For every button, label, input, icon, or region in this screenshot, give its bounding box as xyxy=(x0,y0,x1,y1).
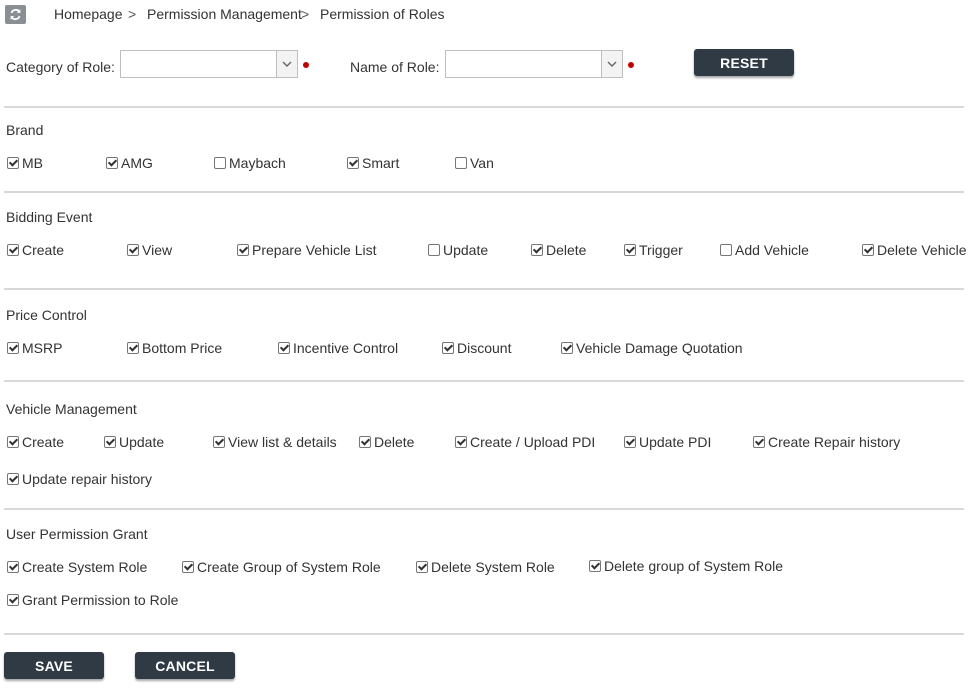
option-delete[interactable]: Delete xyxy=(359,434,414,450)
option-delete-vehicle[interactable]: Delete Vehicle xyxy=(862,242,967,258)
option-prepare-vehicle-list[interactable]: Prepare Vehicle List xyxy=(237,242,377,258)
breadcrumb-separator: > xyxy=(128,6,137,22)
option-vehicle-damage-quotation[interactable]: Vehicle Damage Quotation xyxy=(561,340,743,356)
checkbox[interactable] xyxy=(455,436,467,448)
option-msrp[interactable]: MSRP xyxy=(7,340,62,356)
option-mb[interactable]: MB xyxy=(7,155,43,171)
required-indicator xyxy=(628,62,634,68)
option-create-system-role[interactable]: Create System Role xyxy=(7,559,147,575)
chevron-down-icon[interactable] xyxy=(276,51,297,77)
checkbox[interactable] xyxy=(347,157,359,169)
category-of-role-select[interactable] xyxy=(120,50,298,78)
checkbox[interactable] xyxy=(278,342,290,354)
checkbox[interactable] xyxy=(589,560,601,572)
option-delete-group-of-system-role[interactable]: Delete group of System Role xyxy=(589,558,783,574)
checkbox[interactable] xyxy=(442,342,454,354)
option-grant-permission-to-role[interactable]: Grant Permission to Role xyxy=(7,592,178,608)
option-maybach[interactable]: Maybach xyxy=(214,155,286,171)
option-view[interactable]: View xyxy=(127,242,172,258)
checkbox[interactable] xyxy=(7,244,19,256)
option-create[interactable]: Create xyxy=(7,242,64,258)
checkbox[interactable] xyxy=(182,561,194,573)
category-of-role-label: Category of Role: xyxy=(6,59,115,75)
option-create-group-of-system-role[interactable]: Create Group of System Role xyxy=(182,559,381,575)
option-smart[interactable]: Smart xyxy=(347,155,399,171)
option-discount[interactable]: Discount xyxy=(442,340,511,356)
section-title-bidding-event: Bidding Event xyxy=(6,209,93,225)
section-title-user-permission-grant: User Permission Grant xyxy=(6,526,148,542)
required-indicator xyxy=(303,62,309,68)
option-update[interactable]: Update xyxy=(104,434,164,450)
section-divider xyxy=(4,191,964,193)
checkbox[interactable] xyxy=(359,436,371,448)
section-title-brand: Brand xyxy=(6,122,44,138)
option-update[interactable]: Update xyxy=(428,242,488,258)
checkbox[interactable] xyxy=(561,342,573,354)
option-view-list-details[interactable]: View list & details xyxy=(213,434,337,450)
option-add-vehicle[interactable]: Add Vehicle xyxy=(720,242,809,258)
breadcrumb-homepage[interactable]: Homepage xyxy=(54,6,123,22)
name-of-role-label: Name of Role: xyxy=(350,59,440,75)
section-divider xyxy=(4,508,964,510)
checkbox[interactable] xyxy=(624,436,636,448)
cancel-button[interactable]: CANCEL xyxy=(135,652,235,679)
option-delete[interactable]: Delete xyxy=(531,242,586,258)
breadcrumb-permission-management[interactable]: Permission Management xyxy=(147,6,302,22)
option-update-repair-history[interactable]: Update repair history xyxy=(7,471,152,487)
checkbox[interactable] xyxy=(7,157,19,169)
section-title-price-control: Price Control xyxy=(6,307,87,323)
option-bottom-price[interactable]: Bottom Price xyxy=(127,340,222,356)
checkbox[interactable] xyxy=(7,436,19,448)
option-create-upload-pdi[interactable]: Create / Upload PDI xyxy=(455,434,595,450)
reset-button[interactable]: RESET xyxy=(694,49,794,76)
checkbox[interactable] xyxy=(531,244,543,256)
option-create-repair-history[interactable]: Create Repair history xyxy=(753,434,900,450)
name-of-role-select[interactable] xyxy=(445,50,623,78)
checkbox[interactable] xyxy=(7,342,19,354)
section-divider xyxy=(4,380,964,382)
checkbox[interactable] xyxy=(416,561,428,573)
section-divider xyxy=(4,288,964,290)
option-incentive-control[interactable]: Incentive Control xyxy=(278,340,398,356)
checkbox[interactable] xyxy=(428,244,440,256)
checkbox[interactable] xyxy=(455,157,467,169)
checkbox[interactable] xyxy=(104,436,116,448)
checkbox[interactable] xyxy=(106,157,118,169)
option-amg[interactable]: AMG xyxy=(106,155,153,171)
refresh-icon xyxy=(10,8,21,21)
section-divider xyxy=(4,106,964,108)
option-van[interactable]: Van xyxy=(455,155,494,171)
checkbox[interactable] xyxy=(127,244,139,256)
checkbox[interactable] xyxy=(127,342,139,354)
chevron-down-icon[interactable] xyxy=(601,51,622,77)
section-title-vehicle-management: Vehicle Management xyxy=(6,401,137,417)
checkbox[interactable] xyxy=(753,436,765,448)
checkbox[interactable] xyxy=(862,244,874,256)
option-create[interactable]: Create xyxy=(7,434,64,450)
option-trigger[interactable]: Trigger xyxy=(624,242,683,258)
option-delete-system-role[interactable]: Delete System Role xyxy=(416,559,555,575)
checkbox[interactable] xyxy=(7,561,19,573)
checkbox[interactable] xyxy=(237,244,249,256)
breadcrumb-separator: > xyxy=(301,6,310,22)
breadcrumb-permission-of-roles: Permission of Roles xyxy=(320,6,445,22)
save-button[interactable]: SAVE xyxy=(4,652,104,679)
checkbox[interactable] xyxy=(7,473,19,485)
checkbox[interactable] xyxy=(624,244,636,256)
section-divider xyxy=(4,633,964,635)
checkbox[interactable] xyxy=(720,244,732,256)
option-update-pdi[interactable]: Update PDI xyxy=(624,434,711,450)
refresh-button[interactable] xyxy=(5,5,26,24)
checkbox[interactable] xyxy=(214,157,226,169)
checkbox[interactable] xyxy=(7,594,19,606)
checkbox[interactable] xyxy=(213,436,225,448)
